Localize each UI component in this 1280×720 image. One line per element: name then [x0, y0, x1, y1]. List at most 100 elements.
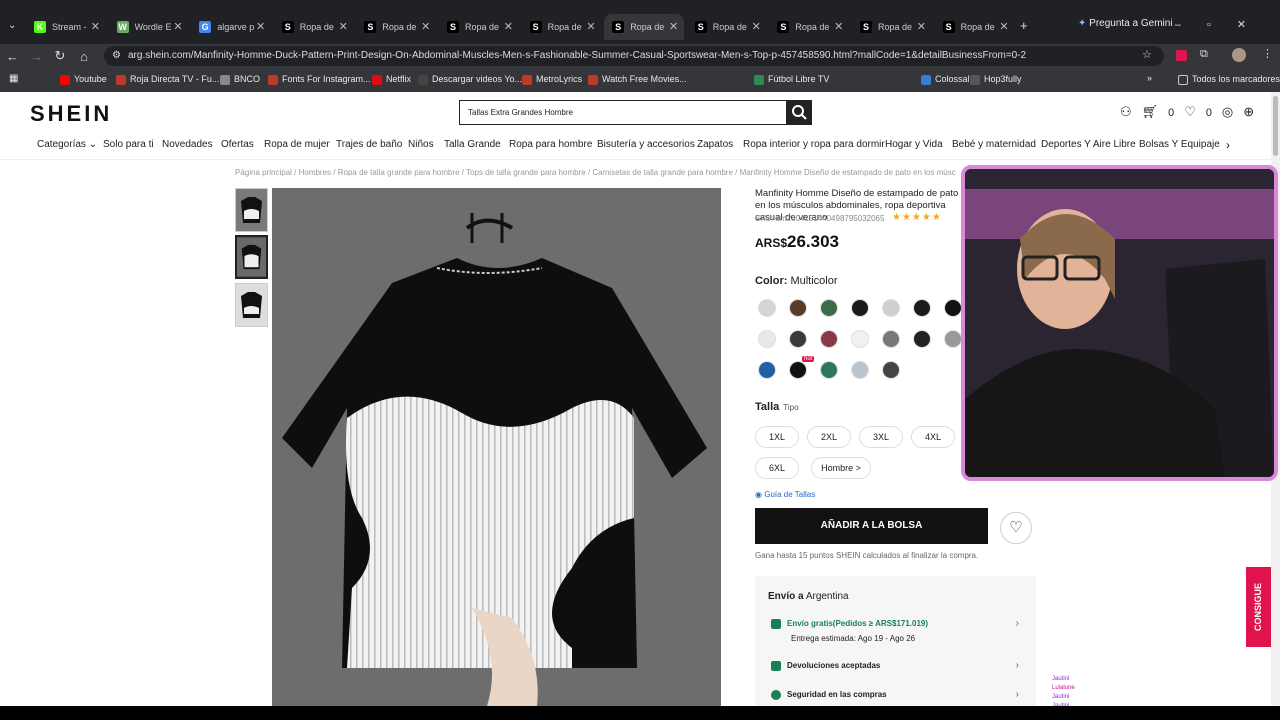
- bookmark-item[interactable]: MetroLyrics: [522, 74, 582, 85]
- nav-item[interactable]: Bisutería y accesorios: [597, 139, 695, 150]
- size-option[interactable]: 6XL: [755, 457, 799, 479]
- color-swatch[interactable]: [789, 330, 807, 348]
- bookmarks-overflow-icon[interactable]: »: [1147, 73, 1152, 83]
- shipping-destination[interactable]: Envío a Argentina: [768, 591, 849, 602]
- color-swatch[interactable]: [758, 361, 776, 379]
- color-swatch[interactable]: [820, 361, 838, 379]
- color-swatch[interactable]: [789, 361, 807, 379]
- color-swatch[interactable]: [820, 299, 838, 317]
- close-icon[interactable]: ✕: [586, 20, 595, 33]
- bookmark-item[interactable]: Colossal: [921, 74, 970, 85]
- browser-tab[interactable]: S Ropa de ✕: [274, 14, 354, 40]
- chevron-right-icon[interactable]: ›: [1016, 660, 1019, 671]
- product-thumbnail-2[interactable]: [235, 235, 268, 279]
- color-swatch[interactable]: [882, 361, 900, 379]
- all-bookmarks[interactable]: Todos los marcadores: [1178, 74, 1280, 85]
- bookmark-item[interactable]: Fútbol Libre TV: [754, 74, 829, 85]
- close-icon[interactable]: ✕: [917, 20, 926, 33]
- color-swatch[interactable]: [882, 299, 900, 317]
- size-option[interactable]: Hombre >: [811, 457, 871, 479]
- apps-icon[interactable]: ▦: [9, 73, 18, 84]
- returns-row[interactable]: Devoluciones aceptadas: [771, 661, 880, 671]
- bookmark-item[interactable]: Fonts For Instagram...: [268, 74, 371, 85]
- product-thumbnail-1[interactable]: [235, 188, 268, 232]
- bookmark-item[interactable]: Youtube: [60, 74, 107, 85]
- color-swatch[interactable]: [913, 330, 931, 348]
- size-type-dropdown[interactable]: Tipo: [783, 403, 798, 412]
- user-icon[interactable]: ⚇: [1120, 104, 1132, 119]
- wishlist-button[interactable]: ♡ 0: [1184, 104, 1212, 119]
- size-option[interactable]: 3XL: [859, 426, 903, 448]
- new-tab-button[interactable]: +: [1020, 18, 1028, 33]
- chevron-right-icon[interactable]: ›: [1016, 689, 1019, 700]
- nav-item[interactable]: Ofertas: [221, 139, 254, 150]
- nav-item[interactable]: Trajes de baño: [336, 139, 402, 150]
- color-swatch[interactable]: [851, 330, 869, 348]
- color-swatch[interactable]: [851, 299, 869, 317]
- globe-icon[interactable]: ⊕: [1243, 104, 1254, 119]
- promo-side-tab[interactable]: CONSIGUE: [1246, 567, 1271, 647]
- browser-tab[interactable]: W Wordle E ✕: [109, 14, 189, 40]
- cart-button[interactable]: 🛒︎ 0: [1142, 104, 1175, 119]
- support-icon[interactable]: ◎: [1222, 104, 1233, 119]
- browser-tab[interactable]: S Ropa de ✕: [439, 14, 519, 40]
- bookmark-item[interactable]: Descargar videos Yo...: [418, 74, 522, 85]
- window-controls[interactable]: –▫✕: [1175, 18, 1272, 31]
- browser-tab[interactable]: S Ropa de ✕: [604, 14, 685, 40]
- color-swatch[interactable]: [851, 361, 869, 379]
- bookmark-item[interactable]: BNCO: [220, 74, 260, 85]
- nav-item[interactable]: Deportes Y Aire Libre: [1041, 139, 1136, 150]
- close-icon[interactable]: ✕: [421, 20, 430, 33]
- scrollbar-thumb[interactable]: [1273, 96, 1278, 156]
- close-icon[interactable]: ✕: [91, 20, 100, 33]
- extension-icon[interactable]: [1176, 50, 1187, 61]
- close-icon[interactable]: ✕: [834, 20, 843, 33]
- free-shipping-row[interactable]: Envío gratis(Pedidos ≥ ARS$171.019): [771, 619, 928, 629]
- close-icon[interactable]: ✕: [256, 20, 265, 33]
- color-swatch[interactable]: [944, 299, 962, 317]
- nav-item[interactable]: Talla Grande: [444, 139, 501, 150]
- profile-avatar[interactable]: [1232, 48, 1246, 62]
- bookmark-item[interactable]: Hop3fully: [970, 74, 1022, 85]
- tab-search-icon[interactable]: ⌄: [8, 20, 16, 31]
- color-swatch[interactable]: [882, 330, 900, 348]
- nav-item[interactable]: Solo para ti: [103, 139, 154, 150]
- browser-tab[interactable]: S Ropa de ✕: [687, 14, 767, 40]
- breadcrumb[interactable]: Página principal / Hombres / Ropa de tal…: [235, 168, 956, 177]
- close-icon[interactable]: ✕: [999, 20, 1008, 33]
- size-option[interactable]: 1XL: [755, 426, 799, 448]
- search-button[interactable]: [787, 100, 812, 125]
- gemini-button[interactable]: ✦ Pregunta a Gemini: [1078, 18, 1173, 29]
- browser-tab[interactable]: S Ropa de ✕: [935, 14, 1015, 40]
- color-swatch[interactable]: [944, 330, 962, 348]
- browser-tab[interactable]: S Ropa de ✕: [769, 14, 849, 40]
- close-icon[interactable]: ✕: [339, 20, 348, 33]
- color-swatch[interactable]: [789, 299, 807, 317]
- home-icon[interactable]: ⌂: [78, 49, 90, 64]
- product-main-image[interactable]: [272, 188, 721, 706]
- product-thumbnail-3[interactable]: [235, 283, 268, 327]
- nav-item[interactable]: Ropa para hombre: [509, 139, 592, 150]
- nav-item[interactable]: Categorías ⌄: [37, 139, 97, 150]
- extensions-puzzle-icon[interactable]: ⧉: [1200, 48, 1208, 61]
- rating-stars[interactable]: ★★★★★: [892, 212, 942, 223]
- browser-tab[interactable]: S Ropa de ✕: [522, 14, 602, 40]
- bookmark-item[interactable]: Watch Free Movies...: [588, 74, 687, 85]
- security-row[interactable]: Seguridad en las compras: [771, 690, 887, 700]
- browser-tab[interactable]: K Stream - ✕: [26, 14, 106, 40]
- add-to-bag-button[interactable]: AÑADIR A LA BOLSA: [755, 508, 988, 544]
- chevron-right-icon[interactable]: ›: [1016, 618, 1019, 629]
- nav-next-chevron-icon[interactable]: ›: [1226, 138, 1230, 152]
- url-input[interactable]: ⚙ arg.shein.com/Manfinity-Homme-Duck-Patt…: [104, 46, 1164, 66]
- nav-item[interactable]: Hogar y Vida: [885, 139, 943, 150]
- close-icon[interactable]: ✕: [173, 20, 182, 33]
- reload-icon[interactable]: ↻: [54, 48, 66, 64]
- browser-tab[interactable]: S Ropa de ✕: [356, 14, 436, 40]
- close-icon[interactable]: ✕: [669, 20, 678, 33]
- site-info-icon[interactable]: ⚙: [112, 46, 121, 66]
- close-icon[interactable]: ✕: [504, 20, 513, 33]
- color-swatch[interactable]: [913, 299, 931, 317]
- nav-item[interactable]: Niños: [408, 139, 434, 150]
- nav-item[interactable]: Ropa de mujer: [264, 139, 330, 150]
- nav-item[interactable]: Bolsas Y Equipaje: [1139, 139, 1220, 150]
